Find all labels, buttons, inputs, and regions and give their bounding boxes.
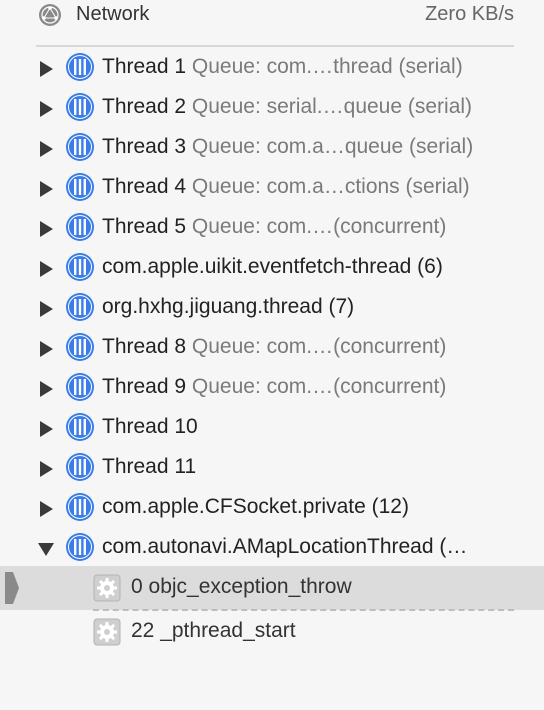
disclosure-triangle-collapsed-icon[interactable] xyxy=(40,141,53,157)
thread-label: Thread 5 Queue: com.…(concurrent) xyxy=(102,215,446,239)
thread-icon xyxy=(65,92,95,122)
network-globe-icon xyxy=(39,4,61,26)
thread-icon xyxy=(65,292,95,322)
thread-row[interactable]: com.autonavi.AMapLocationThread (… xyxy=(0,528,544,568)
network-label: Network xyxy=(76,3,150,25)
thread-name: Thread 8 xyxy=(102,335,187,358)
thread-label: Thread 8 Queue: com.…(concurrent) xyxy=(102,335,446,359)
thread-icon xyxy=(65,332,95,362)
thread-name: com.apple.CFSocket.private (12) xyxy=(102,495,409,518)
stack-frame-label: 0 objc_exception_throw xyxy=(131,575,352,598)
thread-row[interactable]: Thread 4 Queue: com.a…ctions (serial) xyxy=(0,168,544,208)
thread-row[interactable]: Thread 2 Queue: serial.…queue (serial) xyxy=(0,88,544,128)
network-header: Network Zero KB/s xyxy=(0,0,544,32)
thread-row[interactable]: Thread 11 xyxy=(0,448,544,488)
thread-label: Thread 9 Queue: com.…(concurrent) xyxy=(102,375,446,399)
disclosure-triangle-collapsed-icon[interactable] xyxy=(40,461,53,477)
frame-elision-divider xyxy=(93,609,514,611)
stack-frame-row[interactable]: 0 objc_exception_throw xyxy=(0,566,544,610)
thread-name: Thread 10 xyxy=(102,415,198,438)
thread-label: Thread 3 Queue: com.a…queue (serial) xyxy=(102,135,473,159)
disclosure-triangle-collapsed-icon[interactable] xyxy=(40,501,53,517)
thread-label: org.hxhg.jiguang.thread (7) xyxy=(102,295,354,319)
disclosure-triangle-collapsed-icon[interactable] xyxy=(40,381,53,397)
thread-row[interactable]: Thread 1 Queue: com.…thread (serial) xyxy=(0,48,544,88)
thread-name: Thread 5 xyxy=(102,215,187,238)
thread-row[interactable]: com.apple.CFSocket.private (12) xyxy=(0,488,544,528)
thread-name: com.autonavi.AMapLocationThread (… xyxy=(102,535,468,558)
thread-row[interactable]: Thread 8 Queue: com.…(concurrent) xyxy=(0,328,544,368)
thread-queue: Queue: com.…thread (serial) xyxy=(191,55,463,78)
thread-icon xyxy=(65,132,95,162)
thread-name: Thread 2 xyxy=(102,95,187,118)
thread-name: Thread 1 xyxy=(102,55,187,78)
disclosure-triangle-collapsed-icon[interactable] xyxy=(40,301,53,317)
thread-name: Thread 9 xyxy=(102,375,187,398)
thread-label: com.apple.CFSocket.private (12) xyxy=(102,495,409,519)
thread-queue: Queue: com.…(concurrent) xyxy=(191,335,447,358)
disclosure-triangle-collapsed-icon[interactable] xyxy=(40,261,53,277)
thread-row[interactable]: Thread 9 Queue: com.…(concurrent) xyxy=(0,368,544,408)
thread-icon xyxy=(65,372,95,402)
thread-icon xyxy=(65,172,95,202)
thread-name: Thread 3 xyxy=(102,135,187,158)
disclosure-triangle-collapsed-icon[interactable] xyxy=(40,181,53,197)
thread-label: Thread 2 Queue: serial.…queue (serial) xyxy=(102,95,472,119)
thread-label: Thread 10 xyxy=(102,415,198,439)
thread-name: com.apple.uikit.eventfetch-thread (6) xyxy=(102,255,443,278)
thread-label: Thread 11 xyxy=(102,455,196,479)
thread-label: com.autonavi.AMapLocationThread (… xyxy=(102,535,467,559)
disclosure-triangle-collapsed-icon[interactable] xyxy=(40,61,53,77)
disclosure-triangle-collapsed-icon[interactable] xyxy=(40,221,53,237)
thread-icon xyxy=(65,52,95,82)
disclosure-triangle-collapsed-icon[interactable] xyxy=(40,341,53,357)
thread-row[interactable]: Thread 5 Queue: com.…(concurrent) xyxy=(0,208,544,248)
thread-row[interactable]: Thread 3 Queue: com.a…queue (serial) xyxy=(0,128,544,168)
current-frame-marker-icon xyxy=(5,572,19,604)
thread-label: Thread 4 Queue: com.a…ctions (serial) xyxy=(102,175,470,199)
thread-icon xyxy=(65,212,95,242)
thread-label: Thread 1 Queue: com.…thread (serial) xyxy=(102,55,463,79)
thread-name: org.hxhg.jiguang.thread (7) xyxy=(102,295,355,318)
gear-icon xyxy=(93,618,121,646)
thread-row[interactable]: Thread 10 xyxy=(0,408,544,448)
network-throughput: Zero KB/s xyxy=(425,3,514,25)
thread-row[interactable]: com.apple.uikit.eventfetch-thread (6) xyxy=(0,248,544,288)
thread-label: com.apple.uikit.eventfetch-thread (6) xyxy=(102,255,443,279)
disclosure-triangle-collapsed-icon[interactable] xyxy=(40,101,53,117)
thread-name: Thread 4 xyxy=(102,175,187,198)
thread-icon xyxy=(65,492,95,522)
disclosure-triangle-collapsed-icon[interactable] xyxy=(40,421,53,437)
thread-row[interactable]: org.hxhg.jiguang.thread (7) xyxy=(0,288,544,328)
stack-frame-label: 22 _pthread_start xyxy=(131,619,296,642)
thread-queue: Queue: com.…(concurrent) xyxy=(191,215,447,238)
thread-icon xyxy=(65,412,95,442)
thread-icon xyxy=(65,532,95,562)
disclosure-triangle-expanded-icon[interactable] xyxy=(38,543,54,556)
thread-queue: Queue: com.a…queue (serial) xyxy=(191,135,474,158)
thread-queue: Queue: serial.…queue (serial) xyxy=(191,95,473,118)
thread-queue: Queue: com.a…ctions (serial) xyxy=(191,175,470,198)
thread-queue: Queue: com.…(concurrent) xyxy=(191,375,447,398)
gear-icon xyxy=(93,574,121,602)
thread-icon xyxy=(65,452,95,482)
stack-frame-row[interactable]: 22 _pthread_start xyxy=(0,610,544,654)
thread-name: Thread 11 xyxy=(102,455,197,478)
thread-icon xyxy=(65,252,95,282)
header-divider xyxy=(36,45,514,47)
